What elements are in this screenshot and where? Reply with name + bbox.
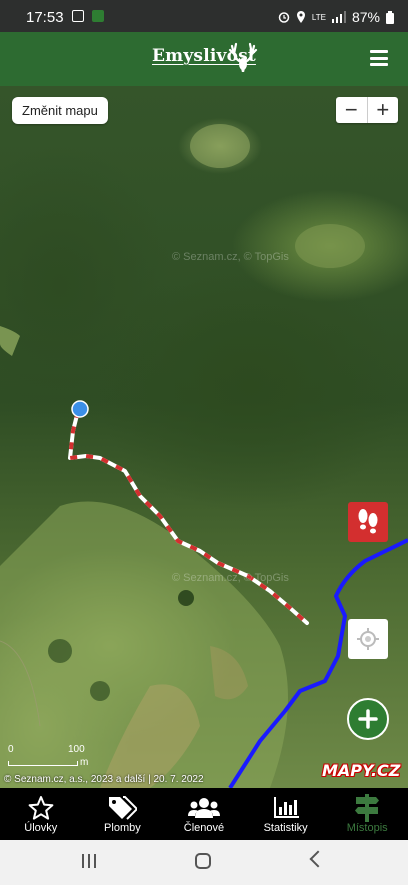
add-button[interactable]	[347, 698, 389, 740]
mapy-cz-logo[interactable]: MAPY.CZ	[322, 761, 400, 780]
status-bar: 17:53 LTE 87%	[0, 0, 408, 32]
signpost-icon	[355, 794, 380, 822]
zoom-control: − +	[336, 97, 398, 123]
map-overlay	[0, 124, 408, 788]
map-attribution[interactable]: © Seznam.cz, a.s., 2023 a další | 20. 7.…	[4, 774, 204, 785]
deer-logo-icon	[228, 42, 258, 72]
crosshair-icon	[357, 628, 379, 650]
zoom-in-button[interactable]: +	[368, 97, 399, 123]
nav-item-clenove[interactable]: Členové	[163, 788, 245, 840]
back-button[interactable]	[309, 850, 327, 868]
change-map-button[interactable]: Změnit mapu	[12, 97, 108, 124]
star-icon	[28, 796, 54, 820]
users-icon	[187, 798, 220, 818]
map-watermark: © Seznam.cz, © TopGis	[172, 251, 289, 263]
battery-icon	[386, 10, 394, 24]
network-type: LTE	[311, 12, 326, 22]
app-header: Emyslivost	[0, 32, 408, 86]
tags-icon	[109, 796, 138, 820]
map-watermark: © Seznam.cz, © TopGis	[172, 572, 289, 584]
locate-me-button[interactable]	[348, 619, 388, 659]
bar-chart-icon	[273, 797, 299, 818]
battery-percent: 87%	[351, 9, 380, 25]
nav-item-mistopis[interactable]: Místopis	[326, 788, 408, 840]
map-scale: 0 100 m	[6, 744, 96, 772]
nav-item-label: Plomby	[104, 822, 141, 834]
nav-item-plomby[interactable]: Plomby	[82, 788, 164, 840]
signal-icon	[331, 11, 346, 23]
gallery-notification-icon	[72, 10, 84, 22]
home-button[interactable]	[195, 853, 211, 869]
zoom-out-button[interactable]: −	[336, 97, 368, 123]
current-location-dot	[71, 400, 89, 418]
scale-unit-label: m	[80, 757, 89, 768]
scale-zero-label: 0	[8, 744, 14, 755]
nav-item-label: Statistiky	[263, 822, 308, 834]
recent-apps-button[interactable]	[82, 854, 96, 868]
location-pin-icon	[296, 11, 305, 23]
scale-value-label: 100	[68, 744, 85, 755]
nav-item-label: Členové	[183, 822, 225, 834]
alarm-icon	[278, 12, 290, 23]
app-notification-icon	[92, 10, 104, 22]
scale-bar	[8, 761, 78, 766]
track-recording-button[interactable]	[348, 502, 388, 542]
nav-item-ulovky[interactable]: Úlovky	[0, 788, 82, 840]
nav-item-label: Místopis	[346, 822, 388, 834]
plus-icon	[358, 709, 378, 729]
nav-item-label: Úlovky	[24, 822, 58, 834]
system-navigation-bar	[0, 840, 408, 885]
status-time: 17:53	[26, 9, 64, 26]
bottom-navigation: Úlovky Plomby Členové Statistiky Místopi…	[0, 788, 408, 840]
map-view[interactable]: © Seznam.cz, © TopGis © Seznam.cz, © Top…	[0, 86, 408, 788]
menu-button[interactable]	[370, 50, 388, 66]
footprints-icon	[358, 509, 378, 534]
nav-item-statistiky[interactable]: Statistiky	[245, 788, 327, 840]
